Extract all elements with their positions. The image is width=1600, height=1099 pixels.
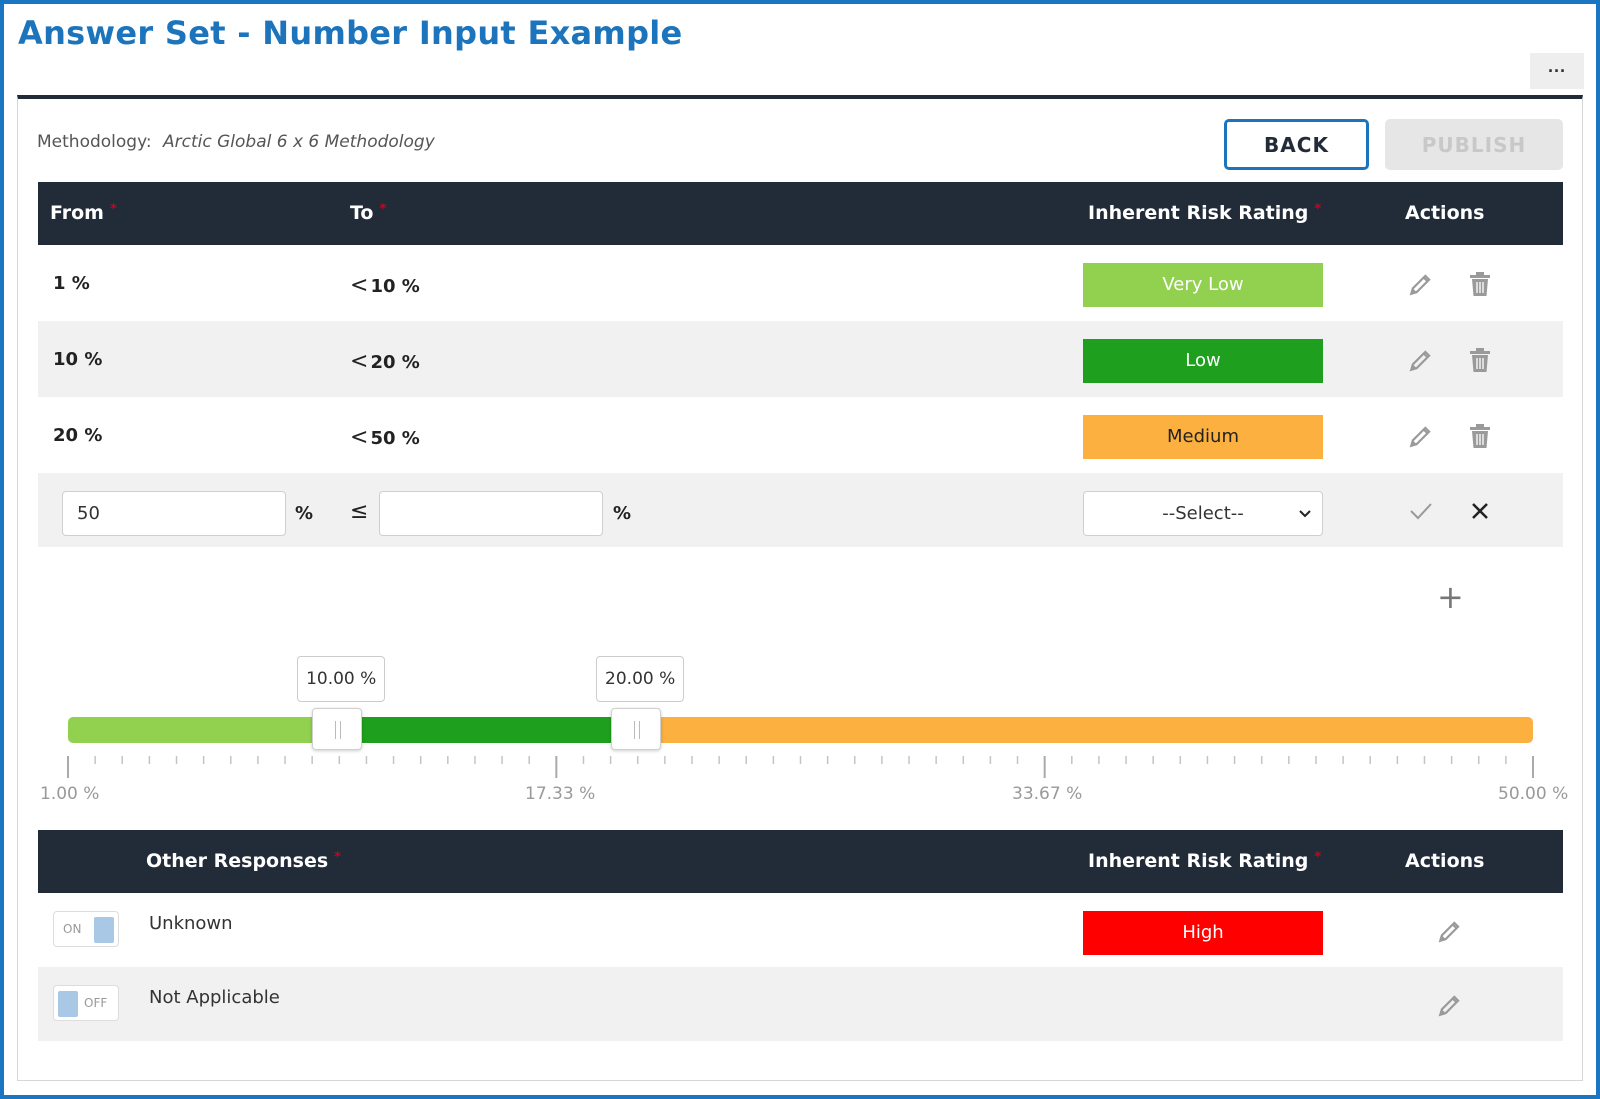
range-slider-track[interactable] <box>68 717 1533 743</box>
edit-row: 50 % ≤ % --Select-- <box>38 473 1563 547</box>
rating-badge: Very Low <box>1083 263 1323 307</box>
less-than-sign: < <box>350 273 369 298</box>
grip-icon <box>634 721 641 739</box>
page-title: Answer Set - Number Input Example <box>18 14 683 52</box>
to-unit: % <box>613 503 632 524</box>
range-table-header: From * To * Inherent Risk Rating * Actions <box>38 182 1563 245</box>
col-header-rating: Inherent Risk Rating <box>1088 850 1309 872</box>
toggle-switch-on[interactable]: ON <box>53 911 119 947</box>
required-marker: * <box>379 202 387 217</box>
slider-handle-value: 20.00 % <box>596 656 685 702</box>
slider-ticks <box>67 756 1534 778</box>
col-header-actions: Actions <box>1405 850 1485 872</box>
methodology-label: Methodology: <box>37 132 152 152</box>
slider-handle[interactable] <box>611 708 662 750</box>
check-icon[interactable] <box>1409 501 1433 521</box>
grip-icon <box>335 721 342 739</box>
slider-segment-very-low <box>68 717 338 743</box>
slider-segment-medium <box>636 717 1533 743</box>
less-equal-sign: ≤ <box>350 499 369 524</box>
response-label: Not Applicable <box>149 987 280 1008</box>
toggle-switch-off[interactable]: OFF <box>53 985 119 1021</box>
required-marker: * <box>334 850 341 865</box>
table-row: 20 % <50 % Medium <box>38 397 1563 473</box>
slider-handle[interactable] <box>312 708 363 750</box>
trash-icon[interactable] <box>1468 271 1492 297</box>
trash-icon[interactable] <box>1468 423 1492 449</box>
toggle-knob <box>94 917 114 943</box>
to-value: 20 % <box>370 352 420 373</box>
required-marker: * <box>1314 850 1322 865</box>
tick-label: 1.00 % <box>40 784 100 804</box>
tick-label: 33.67 % <box>1012 784 1083 804</box>
table-row: 10 % <20 % Low <box>38 321 1563 397</box>
methodology-value: Arctic Global 6 x 6 Methodology <box>163 132 435 152</box>
pencil-icon[interactable] <box>1408 347 1434 373</box>
to-input[interactable] <box>379 491 603 536</box>
required-marker: * <box>1314 202 1322 217</box>
col-header-to: To <box>350 202 374 224</box>
from-value: 1 % <box>53 273 90 294</box>
from-value: 20 % <box>53 425 103 446</box>
rating-select[interactable]: --Select-- <box>1083 491 1323 536</box>
slider-handle-value: 10.00 % <box>297 656 386 702</box>
from-value: 10 % <box>53 349 103 370</box>
col-header-rating: Inherent Risk Rating <box>1088 202 1309 224</box>
other-responses-header: Other Responses * Inherent Risk Rating * A… <box>38 830 1563 893</box>
rating-badge: Low <box>1083 339 1323 383</box>
less-than-sign: < <box>350 349 369 374</box>
rating-select-value: --Select-- <box>1162 503 1244 524</box>
slider-segment-low <box>337 717 637 743</box>
to-value: 10 % <box>370 276 420 297</box>
pencil-icon[interactable] <box>1408 271 1434 297</box>
more-options-button[interactable]: ··· <box>1530 53 1584 89</box>
from-input[interactable]: 50 <box>62 491 286 536</box>
response-label: Unknown <box>149 913 233 934</box>
other-response-row: OFF Not Applicable <box>38 967 1563 1041</box>
less-than-sign: < <box>350 425 369 450</box>
table-row: 1 % <10 % Very Low <box>38 245 1563 321</box>
publish-button[interactable]: PUBLISH <box>1385 119 1563 170</box>
toggle-label: ON <box>63 922 82 936</box>
rating-badge: High <box>1083 911 1323 955</box>
close-icon[interactable] <box>1471 502 1489 520</box>
back-button[interactable]: BACK <box>1224 119 1369 170</box>
trash-icon[interactable] <box>1468 347 1492 373</box>
pencil-icon[interactable] <box>1437 992 1463 1018</box>
pencil-icon[interactable] <box>1408 423 1434 449</box>
toggle-label: OFF <box>84 996 108 1010</box>
pencil-icon[interactable] <box>1437 918 1463 944</box>
rating-badge: Medium <box>1083 415 1323 459</box>
col-header-other-responses: Other Responses <box>146 850 329 872</box>
tick-label: 50.00 % <box>1498 784 1569 804</box>
toggle-knob <box>58 991 78 1017</box>
tick-label: 17.33 % <box>525 784 596 804</box>
chevron-down-icon <box>1299 510 1311 518</box>
required-marker: * <box>110 202 117 217</box>
col-header-from: From <box>50 202 104 224</box>
other-response-row: ON Unknown High <box>38 893 1563 967</box>
plus-icon[interactable]: + <box>1437 578 1464 616</box>
from-unit: % <box>295 503 314 524</box>
to-value: 50 % <box>370 428 420 449</box>
col-header-actions: Actions <box>1405 202 1485 224</box>
